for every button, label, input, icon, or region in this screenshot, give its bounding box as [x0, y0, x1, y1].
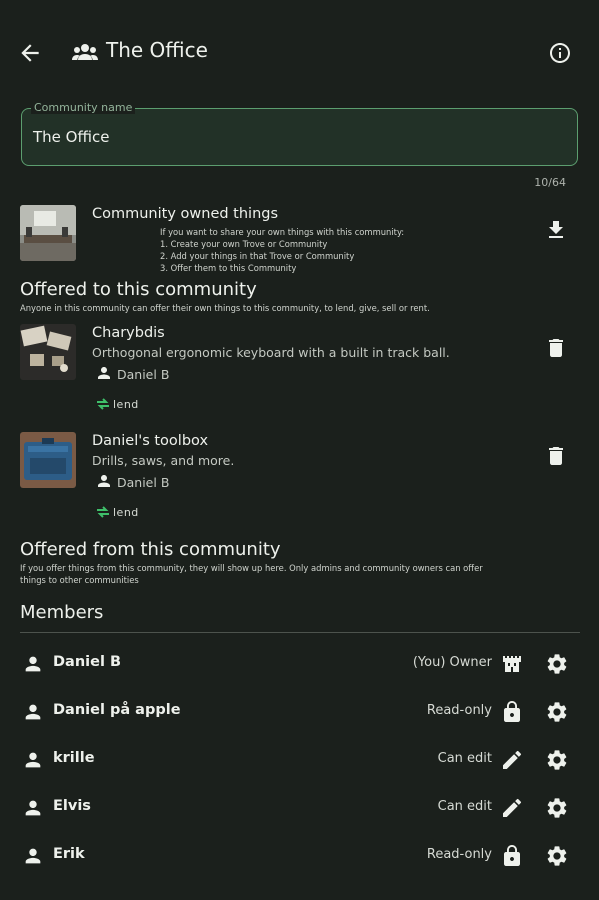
person-icon	[25, 752, 41, 768]
instruction-line: 1. Create your own Trove or Community	[160, 239, 328, 249]
person-icon	[98, 475, 110, 487]
page-title: The Office	[106, 38, 208, 62]
owned-things-instructions: If you want to share your own things wit…	[160, 226, 404, 274]
item-owner: Daniel B	[95, 364, 169, 382]
info-icon[interactable]	[548, 41, 572, 65]
lend-tag: lend	[95, 505, 139, 519]
download-icon[interactable]	[544, 218, 568, 242]
members-divider	[20, 632, 580, 633]
item-title[interactable]: Charybdis	[92, 325, 165, 341]
app-bar: The Office	[0, 0, 599, 104]
instruction-line: 3. Offer them to this Community	[160, 263, 297, 273]
gear-icon[interactable]	[545, 700, 569, 724]
offered-from-description: If you offer things from this community,…	[20, 562, 483, 586]
group-icon	[72, 42, 98, 62]
gear-icon[interactable]	[545, 796, 569, 820]
delete-icon[interactable]	[544, 336, 568, 360]
member-row[interactable]: Erik Read-only	[0, 833, 599, 881]
description-line: things to other communities	[20, 575, 139, 585]
castle-icon	[503, 656, 521, 672]
community-name-value[interactable]: The Office	[33, 128, 109, 146]
lend-tag-label: lend	[113, 398, 139, 411]
member-role: (You) Owner	[412, 655, 492, 670]
pencil-icon	[503, 798, 522, 817]
offered-to-description: Anyone in this community can offer their…	[20, 303, 430, 313]
item-owner-name: Daniel B	[117, 367, 170, 382]
community-name-label: Community name	[31, 101, 136, 114]
item-description: Drills, saws, and more.	[92, 453, 235, 468]
exchange-icon	[97, 506, 109, 518]
members-heading: Members	[20, 602, 104, 623]
member-row[interactable]: Elvis Can edit	[0, 785, 599, 833]
member-row[interactable]: Daniel B (You) Owner	[0, 641, 599, 689]
lend-tag: lend	[95, 397, 139, 411]
member-role: Read-only	[426, 847, 492, 862]
exchange-icon	[97, 398, 109, 410]
member-name: Erik	[53, 846, 85, 862]
gear-icon[interactable]	[545, 652, 569, 676]
item-image-keyboard[interactable]	[20, 324, 76, 380]
item-description: Orthogonal ergonomic keyboard with a bui…	[92, 345, 450, 360]
lock-icon	[504, 701, 520, 722]
person-icon	[25, 704, 41, 720]
offered-from-heading: Offered from this community	[20, 539, 281, 560]
lend-tag-label: lend	[113, 506, 139, 519]
person-icon	[25, 656, 41, 672]
member-role: Read-only	[426, 703, 492, 718]
item-owner-name: Daniel B	[117, 475, 170, 490]
member-name: krille	[53, 750, 95, 766]
item-title[interactable]: Daniel's toolbox	[92, 433, 208, 449]
delete-icon[interactable]	[544, 444, 568, 468]
member-role: Can edit	[437, 751, 492, 766]
gear-icon[interactable]	[545, 748, 569, 772]
person-icon	[25, 800, 41, 816]
member-name: Elvis	[53, 798, 91, 814]
item-owner: Daniel B	[95, 472, 169, 490]
member-name: Daniel B	[53, 654, 122, 670]
member-role: Can edit	[437, 799, 492, 814]
member-name: Daniel på apple	[53, 702, 181, 718]
community-name-field[interactable]: Community name The Office	[21, 101, 578, 166]
member-row[interactable]: krille Can edit	[0, 737, 599, 785]
owned-things-image	[20, 205, 76, 261]
pencil-icon	[503, 750, 522, 769]
back-arrow-icon[interactable]	[17, 40, 43, 66]
item-image-toolbox[interactable]	[20, 432, 76, 488]
character-counter: 10/64	[534, 176, 566, 189]
owned-things-title: Community owned things	[92, 206, 279, 222]
instruction-line: If you want to share your own things wit…	[160, 227, 405, 237]
lock-icon	[504, 845, 520, 866]
instruction-line: 2. Add your things in that Trove or Comm…	[160, 251, 355, 261]
offered-to-heading: Offered to this community	[20, 279, 257, 300]
person-icon	[25, 848, 41, 864]
person-icon	[98, 367, 110, 379]
description-line: If you offer things from this community,…	[20, 563, 483, 573]
gear-icon[interactable]	[545, 844, 569, 868]
member-row[interactable]: Daniel på apple Read-only	[0, 689, 599, 737]
